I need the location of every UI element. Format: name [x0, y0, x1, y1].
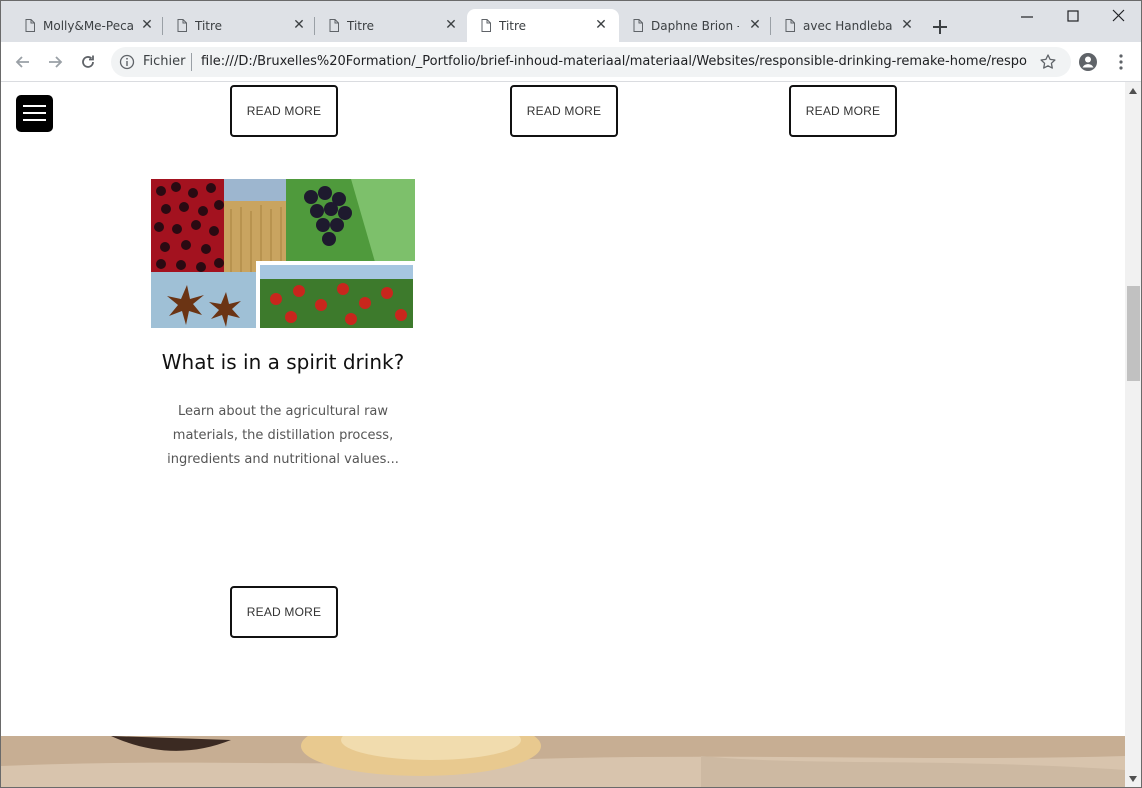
divider — [191, 53, 192, 71]
tab-title: Titre — [499, 19, 527, 33]
tab-title: avec Handlebars — [803, 19, 893, 33]
card-title: What is in a spirit drink? — [161, 350, 405, 374]
tab-molly[interactable]: Molly&Me-Pecan ✕ — [11, 9, 163, 42]
tab-title: Titre — [347, 19, 375, 33]
info-icon[interactable] — [119, 54, 135, 70]
close-icon[interactable]: ✕ — [139, 17, 155, 33]
scheme-label: Fichier — [143, 54, 186, 69]
scrollbar-thumb[interactable] — [1127, 286, 1140, 381]
document-icon — [25, 19, 35, 32]
tab-titre-2[interactable]: Titre ✕ — [315, 9, 467, 42]
browser-toolbar: Fichier file:///D:/Bruxelles%20Formation… — [1, 42, 1141, 82]
scroll-down-arrow-icon[interactable] — [1128, 775, 1138, 783]
close-icon[interactable]: ✕ — [899, 17, 915, 33]
footer-background-image — [1, 736, 1125, 787]
tab-title: Daphne Brion - I — [651, 19, 739, 33]
more-vert-icon[interactable] — [1111, 52, 1131, 72]
scroll-up-arrow-icon[interactable] — [1128, 87, 1138, 95]
close-icon[interactable]: ✕ — [291, 17, 307, 33]
back-arrow-icon[interactable] — [13, 52, 33, 72]
window-close-icon[interactable] — [1108, 7, 1130, 27]
tab-daphne[interactable]: Daphne Brion - I ✕ — [619, 9, 771, 42]
spirit-ingredients-collage — [151, 179, 415, 328]
maximize-icon[interactable] — [1062, 7, 1084, 27]
document-icon — [329, 19, 339, 32]
tab-titre-active[interactable]: Titre ✕ — [467, 9, 619, 42]
read-more-button[interactable]: READ MORE — [510, 85, 618, 137]
browser-window: Molly&Me-Pecan ✕ Titre ✕ Titre ✕ Titre ✕… — [0, 0, 1142, 788]
page-viewport: READ MORE READ MORE READ MORE What is in… — [1, 82, 1125, 787]
tab-strip: Molly&Me-Pecan ✕ Titre ✕ Titre ✕ Titre ✕… — [1, 1, 1141, 42]
minimize-icon[interactable] — [1016, 7, 1038, 27]
read-more-button[interactable]: READ MORE — [230, 85, 338, 137]
star-icon[interactable] — [1039, 53, 1057, 71]
document-icon — [177, 19, 187, 32]
close-icon[interactable]: ✕ — [593, 17, 609, 33]
tab-title: Molly&Me-Pecan — [43, 19, 133, 33]
close-icon[interactable]: ✕ — [443, 17, 459, 33]
tab-handlebars[interactable]: avec Handlebars ✕ — [771, 9, 923, 42]
address-bar[interactable]: Fichier file:///D:/Bruxelles%20Formation… — [111, 47, 1071, 77]
plus-icon[interactable] — [930, 17, 950, 37]
reload-icon[interactable] — [78, 52, 98, 72]
hamburger-menu-icon[interactable] — [16, 95, 53, 132]
close-icon[interactable]: ✕ — [747, 17, 763, 33]
forward-arrow-icon[interactable] — [45, 52, 65, 72]
document-icon — [785, 19, 795, 32]
card-description: Learn about the agricultural raw materia… — [167, 404, 399, 467]
read-more-button[interactable]: READ MORE — [789, 85, 897, 137]
url-text[interactable]: file:///D:/Bruxelles%20Formation/_Portfo… — [201, 54, 1027, 70]
vertical-scrollbar[interactable] — [1125, 82, 1141, 787]
tab-title: Titre — [195, 19, 223, 33]
document-icon — [481, 19, 491, 32]
read-more-button[interactable]: READ MORE — [230, 586, 338, 638]
account-icon[interactable] — [1078, 52, 1098, 72]
tab-titre-1[interactable]: Titre ✕ — [163, 9, 315, 42]
document-icon — [633, 19, 643, 32]
